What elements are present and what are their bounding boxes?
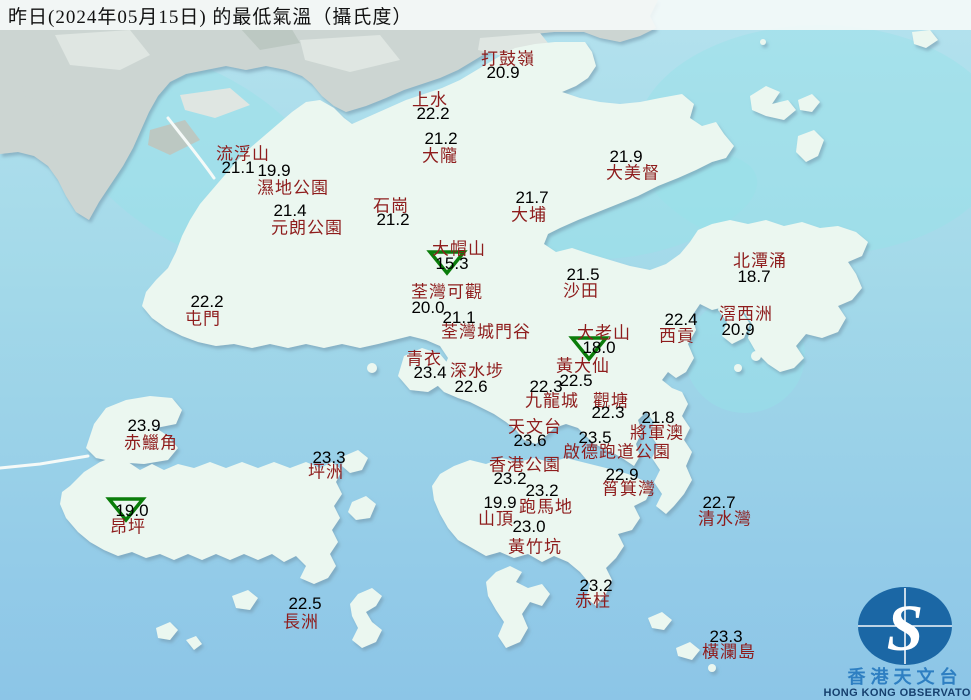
logo-name-chinese: 香港天文台 [847,666,963,687]
hko-logo: S 香港天文台 HONG KONG OBSERVATORY [823,587,971,699]
logo-s-swirl-icon: S [887,592,924,665]
min-temperature-map: 打鼓嶺 20.9 上水 22.2 大隴 21.2 流浮山 21.1 濕地公園 19.9 大美督 21.… [0,0,971,700]
logo-name-english: HONG KONG OBSERVATORY [823,687,971,699]
title-bar: 昨日(2024年05月15日) 的最低氣溫（攝氏度） [0,0,971,30]
page-title: 昨日(2024年05月15日) 的最低氣溫（攝氏度） [8,6,413,28]
